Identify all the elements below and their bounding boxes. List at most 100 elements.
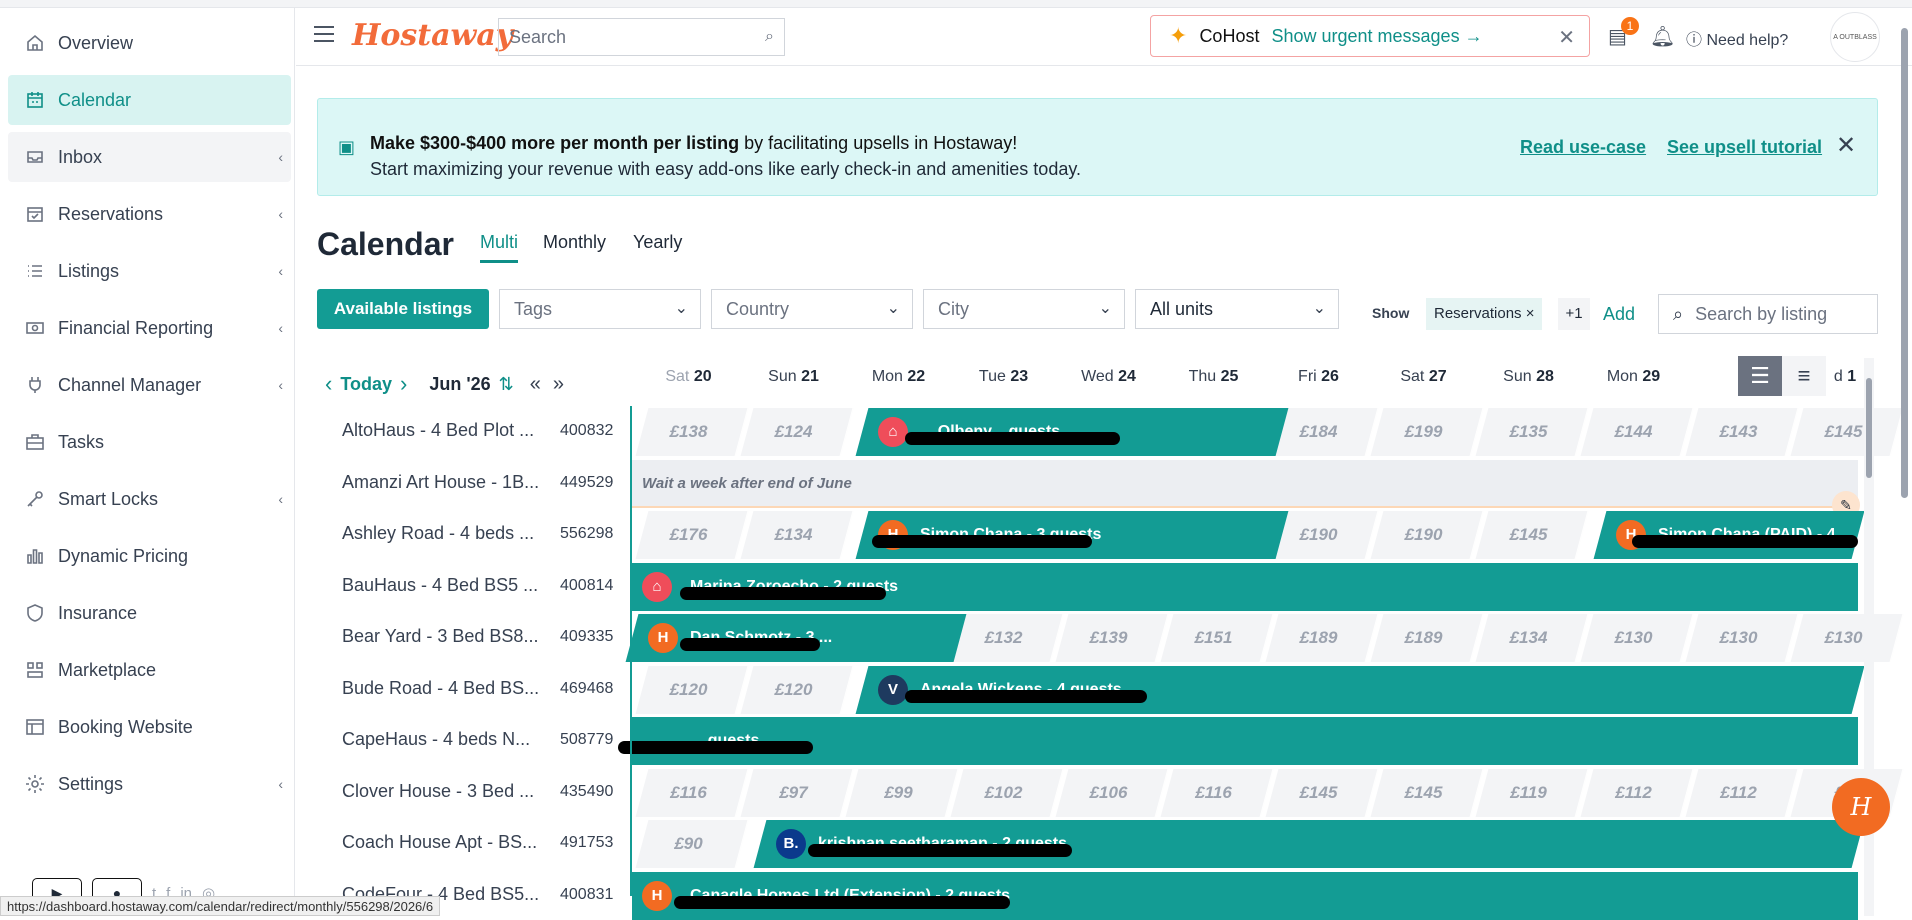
tab-monthly[interactable]: Monthly: [543, 232, 606, 253]
nightly-price[interactable]: £130: [1791, 614, 1896, 662]
nightly-price[interactable]: £189: [1371, 614, 1476, 662]
nightly-price[interactable]: £112: [1686, 769, 1791, 817]
avatar[interactable]: A OUTBLASS: [1830, 12, 1880, 62]
reservations-chip[interactable]: Reservations ×: [1426, 298, 1543, 330]
page-scrollbar[interactable]: [1898, 8, 1910, 508]
nightly-price[interactable]: £130: [1686, 614, 1791, 662]
nightly-price[interactable]: £145: [1371, 769, 1476, 817]
nightly-price[interactable]: £119: [1476, 769, 1581, 817]
nightly-price[interactable]: £139: [1056, 614, 1161, 662]
nightly-price[interactable]: £130: [1581, 614, 1686, 662]
listing-name[interactable]: Ashley Road - 4 beds ...: [342, 523, 542, 544]
double-chevron-left-icon[interactable]: «: [530, 373, 541, 396]
nightly-price[interactable]: £102: [951, 769, 1056, 817]
units-select[interactable]: All units ⌄: [1135, 289, 1339, 329]
listing-name[interactable]: Clover House - 3 Bed ...: [342, 781, 542, 802]
hostaway-chat-button[interactable]: H: [1832, 778, 1890, 836]
sidebar-item-listings[interactable]: Listings ‹: [8, 246, 291, 296]
nightly-price[interactable]: £145: [1791, 408, 1896, 456]
listing-name[interactable]: BauHaus - 4 Bed BS5 ...: [342, 575, 542, 596]
nightly-price[interactable]: £116: [636, 769, 741, 817]
nightly-price[interactable]: £106: [1056, 769, 1161, 817]
sidebar-item-channel-manager[interactable]: Channel Manager ‹: [8, 360, 291, 410]
nightly-price[interactable]: £144: [1581, 408, 1686, 456]
sidebar-item-tasks[interactable]: Tasks: [8, 417, 291, 467]
nightly-price[interactable]: £176: [636, 511, 741, 559]
sidebar-item-smart-locks[interactable]: Smart Locks ‹: [8, 474, 291, 524]
nightly-price[interactable]: £135: [1476, 408, 1581, 456]
chevron-down-icon: ⌄: [886, 300, 900, 317]
nightly-price[interactable]: £190: [1371, 511, 1476, 559]
sidebar-item-insurance[interactable]: Insurance: [8, 588, 291, 638]
nightly-price[interactable]: £90: [636, 820, 741, 868]
listing-name[interactable]: CapeHaus - 4 beds N...: [342, 729, 542, 750]
nightly-price[interactable]: £145: [1266, 769, 1371, 817]
nightly-price[interactable]: £99: [846, 769, 951, 817]
listing-name[interactable]: Bude Road - 4 Bed BS...: [342, 678, 542, 699]
hamburger-menu-icon[interactable]: [314, 26, 334, 42]
nightly-price[interactable]: £124: [741, 408, 846, 456]
sort-icon[interactable]: ⇅: [499, 374, 514, 395]
nightly-price[interactable]: £116: [1161, 769, 1266, 817]
cohost-urgent-link[interactable]: Show urgent messages →: [1271, 26, 1482, 47]
search-input[interactable]: Search ⌕: [498, 18, 785, 56]
city-select[interactable]: City ⌄: [923, 289, 1125, 329]
hostaway-logo[interactable]: Hostaway: [352, 18, 513, 53]
sidebar-item-marketplace[interactable]: Marketplace: [8, 645, 291, 695]
nightly-price[interactable]: £145: [1476, 511, 1581, 559]
chip-remove-icon[interactable]: ×: [1526, 305, 1535, 322]
blocked-dates-note[interactable]: Wait a week after end of June: [632, 459, 1858, 508]
tab-multi[interactable]: Multi: [480, 232, 519, 263]
nightly-price[interactable]: £97: [741, 769, 846, 817]
today-button[interactable]: Today: [340, 374, 392, 395]
nightly-price[interactable]: £120: [741, 666, 846, 714]
nightly-price[interactable]: £151: [1161, 614, 1266, 662]
sidebar-item-financial-reporting[interactable]: Financial Reporting ‹: [8, 303, 291, 353]
sidebar-item-booking-website[interactable]: Booking Website: [8, 702, 291, 752]
available-listings-button[interactable]: Available listings: [317, 289, 489, 329]
country-select[interactable]: Country ⌄: [711, 289, 913, 329]
bell-icon[interactable]: 🔔︎: [1650, 24, 1675, 49]
sidebar-item-dynamic-pricing[interactable]: Dynamic Pricing: [8, 531, 291, 581]
nightly-price[interactable]: £112: [1581, 769, 1686, 817]
airbnb-icon: ⌂: [642, 571, 672, 602]
sidebar-item-label: Booking Website: [58, 716, 193, 737]
tags-select[interactable]: Tags ⌄: [499, 289, 701, 329]
nightly-price[interactable]: £138: [636, 408, 741, 456]
nightly-price[interactable]: £189: [1266, 614, 1371, 662]
nightly-price[interactable]: £199: [1371, 408, 1476, 456]
listing-id: 400814: [560, 576, 614, 594]
listing-name[interactable]: Bear Yard - 3 Bed BS8...: [342, 626, 542, 647]
more-chip[interactable]: +1: [1558, 298, 1590, 330]
sidebar-item-settings[interactable]: Settings ‹: [8, 759, 291, 809]
double-chevron-right-icon[interactable]: »: [553, 373, 564, 396]
list-view-icon[interactable]: ≡: [1782, 356, 1826, 396]
sidebar-item-overview[interactable]: Overview: [8, 18, 291, 68]
upsell-banner: ▣ Make $300-$400 more per month per list…: [317, 98, 1878, 196]
tab-yearly[interactable]: Yearly: [633, 232, 682, 253]
help-link[interactable]: ⓘ Need help?: [1686, 26, 1788, 50]
sidebar-item-inbox[interactable]: Inbox ‹: [8, 132, 291, 182]
nightly-price[interactable]: £120: [636, 666, 741, 714]
chevron-left-icon[interactable]: ‹: [325, 371, 332, 397]
listing-name[interactable]: Coach House Apt - BS...: [342, 832, 542, 853]
close-icon[interactable]: ✕: [1558, 25, 1575, 50]
chevron-right-icon[interactable]: ›: [400, 371, 407, 397]
listing-name[interactable]: AltoHaus - 4 Bed Plot ...: [342, 420, 542, 441]
nightly-price[interactable]: £143: [1686, 408, 1791, 456]
nightly-price[interactable]: £132: [951, 614, 1056, 662]
compact-view-icon[interactable]: ☰: [1738, 356, 1782, 396]
listing-name[interactable]: Amanzi Art House - 1B...: [342, 472, 542, 493]
read-use-case-link[interactable]: Read use-case: [1520, 137, 1646, 158]
sidebar-item-calendar[interactable]: Calendar: [8, 75, 291, 125]
cohost-banner[interactable]: ✦ CoHost Show urgent messages → ✕: [1150, 15, 1590, 57]
close-icon[interactable]: ✕: [1836, 131, 1856, 160]
month-label[interactable]: Jun '26: [429, 374, 490, 395]
reservation-bar[interactable]: ... guests: [632, 717, 1858, 765]
nightly-price[interactable]: £134: [741, 511, 846, 559]
sidebar-item-reservations[interactable]: Reservations ‹: [8, 189, 291, 239]
add-filter-link[interactable]: Add: [1603, 304, 1635, 325]
search-by-listing-input[interactable]: ⌕ Search by listing: [1658, 294, 1878, 334]
nightly-price[interactable]: £134: [1476, 614, 1581, 662]
see-upsell-tutorial-link[interactable]: See upsell tutorial: [1667, 137, 1822, 158]
